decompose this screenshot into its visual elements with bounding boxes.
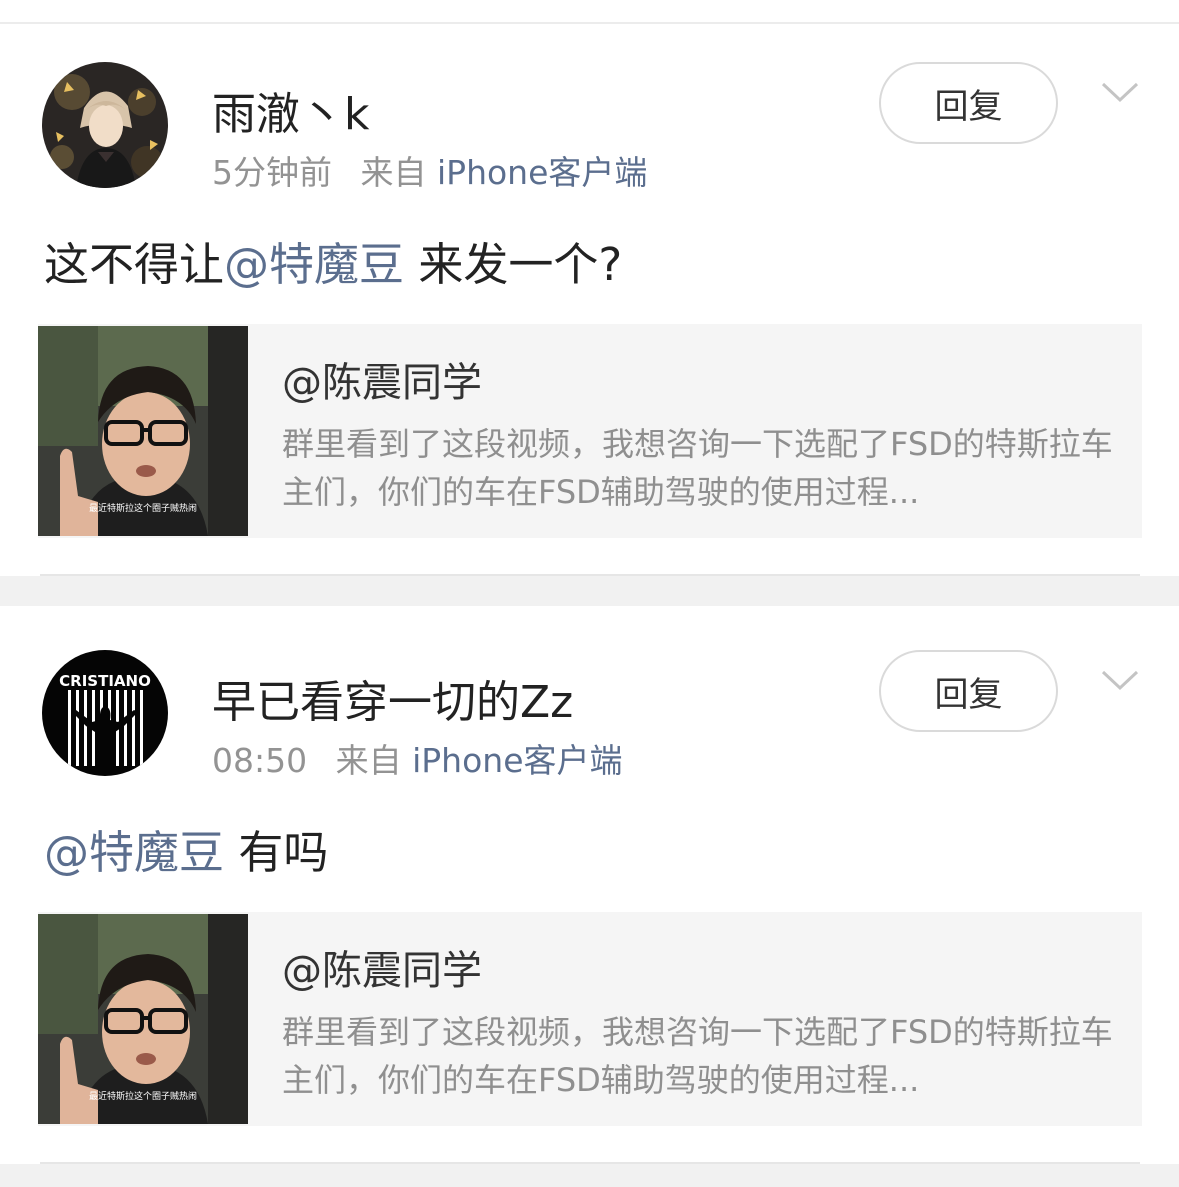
comment-card: 雨澈丶k 5分钟前 来自 iPhone客户端 回复 这不得让@特魔豆 来发一个? — [0, 24, 1179, 576]
comment-text-after: 有吗 — [224, 826, 329, 879]
source-prefix: 来自 — [360, 153, 427, 192]
username[interactable]: 雨澈丶k — [212, 78, 369, 142]
thumbnail-caption: 最近特斯拉这个圈子贼热闹 — [89, 502, 197, 514]
chevron-down-icon[interactable] — [1100, 668, 1140, 692]
mention-link[interactable]: @特魔豆 — [224, 238, 404, 291]
avatar-cristiano-image: CRISTIANO — [42, 650, 168, 776]
comment-text-before: 这不得让 — [44, 238, 225, 291]
embed-author[interactable]: @陈震同学 — [282, 938, 482, 996]
divider-band — [0, 1164, 1179, 1187]
divider-band — [0, 576, 1179, 606]
embedded-post-card[interactable]: 最近特斯拉这个圈子贼热闹 @陈震同学 群里看到了这段视频，我想咨询一下选配了FS… — [38, 324, 1142, 538]
reply-button[interactable]: 回复 — [879, 650, 1058, 732]
comment-time: 5分钟前 — [212, 153, 332, 192]
source-client: iPhone客户端 — [412, 741, 623, 780]
comment-text: 这不得让@特魔豆 来发一个? — [44, 228, 622, 293]
embedded-post-card[interactable]: 最近特斯拉这个圈子贼热闹 @陈震同学 群里看到了这段视频，我想咨询一下选配了FS… — [38, 912, 1142, 1126]
embed-text: 群里看到了这段视频，我想咨询一下选配了FSD的特斯拉车主们，你们的车在FSD辅助… — [282, 1013, 1113, 1099]
reply-button[interactable]: 回复 — [879, 62, 1058, 144]
comment-meta: 08:50 来自 iPhone客户端 — [212, 734, 623, 782]
comment-text-after: 来发一个? — [404, 238, 623, 291]
video-thumbnail[interactable]: 最近特斯拉这个圈子贼热闹 — [38, 326, 248, 536]
avatar[interactable]: CRISTIANO — [42, 650, 168, 776]
chevron-down-icon[interactable] — [1100, 80, 1140, 104]
comment-time: 08:50 — [212, 741, 308, 780]
comment-card: CRISTIANO 早已看穿一切的Zz 08:50 来自 iPhone客户端 回… — [0, 606, 1179, 1162]
source-prefix: 来自 — [335, 741, 402, 780]
embed-author[interactable]: @陈震同学 — [282, 350, 482, 408]
video-thumbnail[interactable]: 最近特斯拉这个圈子贼热闹 — [38, 914, 248, 1124]
avatar-text: CRISTIANO — [59, 672, 151, 690]
avatar-anime-image — [42, 62, 168, 188]
thumbnail-caption: 最近特斯拉这个圈子贼热闹 — [89, 1090, 197, 1102]
video-thumbnail-image: 最近特斯拉这个圈子贼热闹 — [38, 914, 248, 1124]
avatar[interactable] — [42, 62, 168, 188]
mention-link[interactable]: @特魔豆 — [44, 826, 224, 879]
comment-meta: 5分钟前 来自 iPhone客户端 — [212, 146, 647, 194]
embed-text: 群里看到了这段视频，我想咨询一下选配了FSD的特斯拉车主们，你们的车在FSD辅助… — [282, 425, 1113, 511]
comment-text: @特魔豆 有吗 — [44, 816, 328, 881]
video-thumbnail-image: 最近特斯拉这个圈子贼热闹 — [38, 326, 248, 536]
source-client: iPhone客户端 — [437, 153, 648, 192]
username[interactable]: 早已看穿一切的Zz — [212, 666, 573, 730]
